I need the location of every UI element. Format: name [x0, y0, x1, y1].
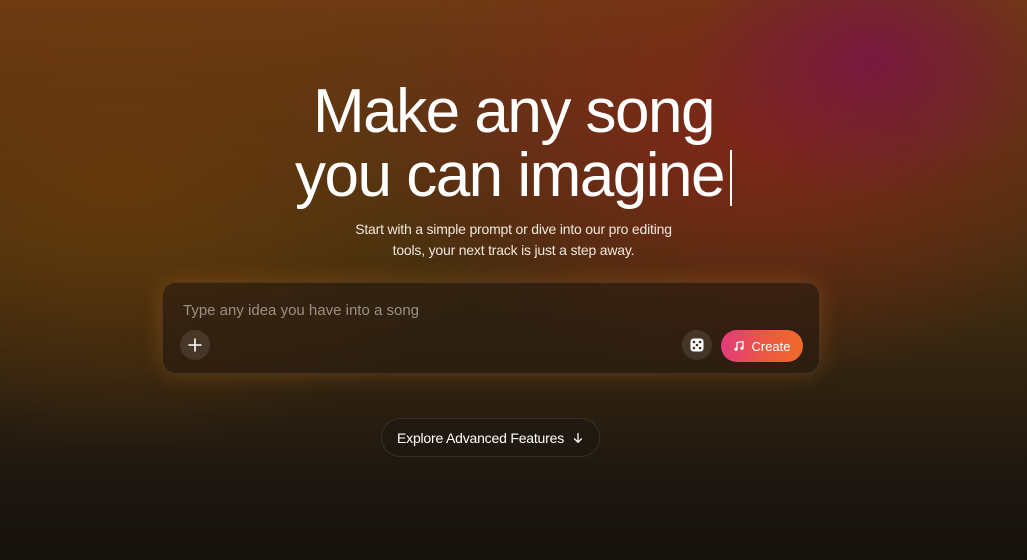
add-button[interactable] — [180, 330, 210, 360]
random-idea-button[interactable] — [682, 330, 712, 360]
hero-subtitle: Start with a simple prompt or dive into … — [0, 219, 1027, 261]
explore-button-label: Explore Advanced Features — [397, 429, 564, 446]
dice-icon — [690, 338, 704, 352]
song-prompt-box: Create — [162, 282, 820, 374]
headline-line-2: you can imagine — [0, 144, 1027, 208]
headline-line-1: Make any song — [313, 77, 715, 146]
hero-headline: Make any song you can imagine — [0, 80, 1027, 208]
music-note-icon — [734, 340, 745, 351]
subtitle-line-1: Start with a simple prompt or dive into … — [355, 221, 672, 237]
text-cursor-caret — [730, 150, 732, 206]
plus-icon — [188, 338, 202, 352]
arrow-down-icon — [573, 432, 583, 443]
create-button[interactable]: Create — [721, 330, 803, 362]
explore-advanced-features-button[interactable]: Explore Advanced Features — [381, 418, 600, 457]
subtitle-line-2: tools, your next track is just a step aw… — [392, 242, 635, 258]
headline-line-2-text: you can imagine — [295, 141, 726, 210]
create-button-label: Create — [751, 338, 791, 354]
song-idea-input[interactable] — [183, 297, 783, 323]
